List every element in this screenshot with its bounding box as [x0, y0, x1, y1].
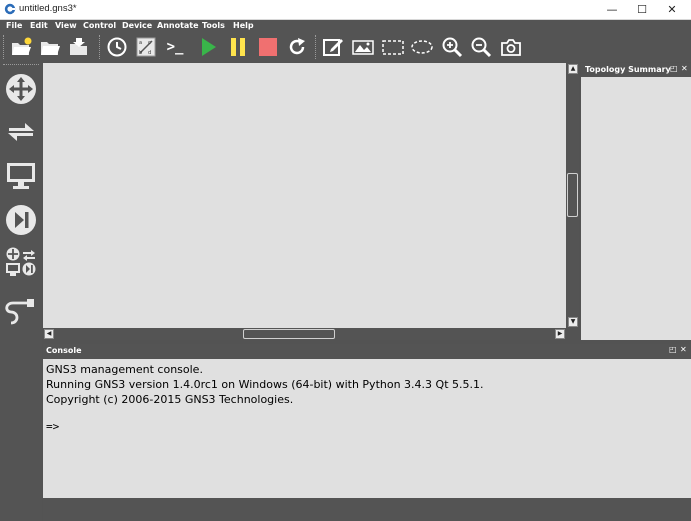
- topology-canvas[interactable]: [43, 63, 566, 328]
- draw-ellipse-button[interactable]: [411, 36, 433, 58]
- scroll-up-arrow-icon[interactable]: ▲: [568, 64, 578, 74]
- snapshot-button[interactable]: [106, 36, 128, 58]
- svg-text:c: c: [148, 40, 151, 46]
- status-bar: [43, 498, 691, 521]
- zoom-out-icon: [471, 37, 492, 58]
- menu-annotate[interactable]: Annotate: [157, 20, 199, 32]
- security-devices-icon: [6, 205, 36, 235]
- svg-text:b: b: [139, 50, 142, 56]
- browse-routers-button[interactable]: [4, 72, 38, 106]
- float-dock-icon[interactable]: ◰: [670, 64, 678, 73]
- close-button[interactable]: ✕: [657, 0, 687, 19]
- menu-bar: File Edit View Control Device Annotate T…: [0, 20, 691, 32]
- maximize-button[interactable]: ☐: [627, 0, 657, 19]
- topology-summary-dock: Topology Summary ◰ ✕: [581, 63, 691, 340]
- add-link-button[interactable]: [4, 294, 38, 328]
- open-folder-icon: [41, 42, 60, 55]
- browse-switches-button[interactable]: [4, 115, 38, 149]
- console-all-button[interactable]: >_: [164, 36, 186, 58]
- camera-icon: [501, 39, 521, 56]
- toolbar-separator: [99, 35, 101, 59]
- topology-summary-header: Topology Summary ◰ ✕: [581, 63, 691, 77]
- menu-view[interactable]: View: [55, 20, 77, 32]
- save-icon: [70, 38, 87, 55]
- gns3-app-icon: [4, 3, 16, 15]
- console-title: Console: [46, 346, 82, 355]
- zoom-out-button[interactable]: [470, 36, 492, 58]
- interface-labels-icon: a c b d: [136, 37, 156, 57]
- topology-summary-title: Topology Summary: [585, 65, 671, 74]
- new-project-icon: [12, 37, 32, 55]
- reload-icon: [289, 38, 305, 55]
- suspend-all-button[interactable]: [227, 36, 249, 58]
- reload-all-button[interactable]: [286, 36, 308, 58]
- console-output[interactable]: GNS3 management console. Running GNS3 ve…: [43, 359, 691, 498]
- device-type-panel: [0, 62, 42, 521]
- menu-file[interactable]: File: [6, 20, 22, 32]
- pause-icon: [231, 38, 245, 56]
- open-project-button[interactable]: [39, 36, 61, 58]
- console-line: Copyright (c) 2006-2015 GNS3 Technologie…: [46, 393, 294, 406]
- end-devices-icon: [7, 163, 35, 189]
- scroll-down-arrow-icon[interactable]: ▼: [568, 317, 578, 327]
- play-icon: [202, 38, 216, 56]
- clock-icon: [107, 37, 127, 57]
- stop-all-button[interactable]: [257, 36, 279, 58]
- terminal-prompt-icon: >_: [166, 39, 184, 55]
- canvas-vertical-scrollbar[interactable]: ▲ ▼: [566, 63, 579, 328]
- browse-end-devices-button[interactable]: [4, 158, 38, 192]
- add-link-icon: [5, 299, 34, 325]
- menu-tools[interactable]: Tools: [202, 20, 225, 32]
- close-console-icon[interactable]: ✕: [680, 345, 687, 354]
- canvas-horizontal-scrollbar[interactable]: ◀ ▶: [43, 328, 566, 340]
- rectangle-icon: [382, 40, 404, 55]
- ellipse-icon: [411, 40, 433, 54]
- toolbar-separator: [3, 35, 5, 59]
- scroll-left-arrow-icon[interactable]: ◀: [44, 329, 54, 339]
- vertical-scroll-thumb[interactable]: [567, 173, 578, 217]
- console-prompt: =>: [46, 420, 60, 433]
- console-line: GNS3 management console.: [46, 363, 203, 376]
- picture-icon: [352, 40, 374, 55]
- routers-icon: [6, 74, 36, 104]
- horizontal-scroll-thumb[interactable]: [243, 329, 335, 339]
- screenshot-button[interactable]: [500, 36, 522, 58]
- start-all-button[interactable]: [197, 36, 219, 58]
- edit-note-icon: [323, 39, 343, 56]
- console-dock-header: Console ◰ ✕: [43, 344, 691, 358]
- save-project-button[interactable]: [68, 36, 90, 58]
- panel-separator: [3, 64, 39, 65]
- scroll-right-arrow-icon[interactable]: ▶: [555, 329, 565, 339]
- window-titlebar: untitled.gns3* — ☐ ✕: [0, 0, 691, 20]
- console-line: Running GNS3 version 1.4.0rc1 on Windows…: [46, 378, 484, 391]
- insert-picture-button[interactable]: [352, 36, 374, 58]
- stop-icon: [259, 38, 277, 56]
- browse-security-devices-button[interactable]: [4, 203, 38, 237]
- minimize-button[interactable]: —: [597, 0, 627, 19]
- svg-text:d: d: [148, 50, 151, 56]
- close-dock-icon[interactable]: ✕: [681, 64, 688, 73]
- zoom-in-button[interactable]: [441, 36, 463, 58]
- switches-icon: [8, 123, 34, 141]
- menu-edit[interactable]: Edit: [30, 20, 48, 32]
- add-note-button[interactable]: [322, 36, 344, 58]
- all-devices-icon: [6, 247, 36, 276]
- toolbar-separator: [315, 35, 317, 59]
- menu-control[interactable]: Control: [83, 20, 116, 32]
- zoom-in-icon: [442, 37, 463, 58]
- minimize-icon: —: [606, 3, 618, 16]
- float-console-icon[interactable]: ◰: [669, 345, 677, 354]
- svg-text:a: a: [139, 40, 142, 46]
- draw-rectangle-button[interactable]: [382, 36, 404, 58]
- show-interface-labels-button[interactable]: a c b d: [135, 36, 157, 58]
- window-title: untitled.gns3*: [19, 3, 77, 14]
- close-icon: ✕: [667, 3, 677, 16]
- maximize-icon: ☐: [637, 3, 647, 16]
- new-project-button[interactable]: [10, 36, 32, 58]
- browse-all-devices-button[interactable]: [4, 245, 38, 279]
- main-toolbar: a c b d >_: [0, 32, 691, 62]
- menu-device[interactable]: Device: [122, 20, 152, 32]
- menu-help[interactable]: Help: [233, 20, 254, 32]
